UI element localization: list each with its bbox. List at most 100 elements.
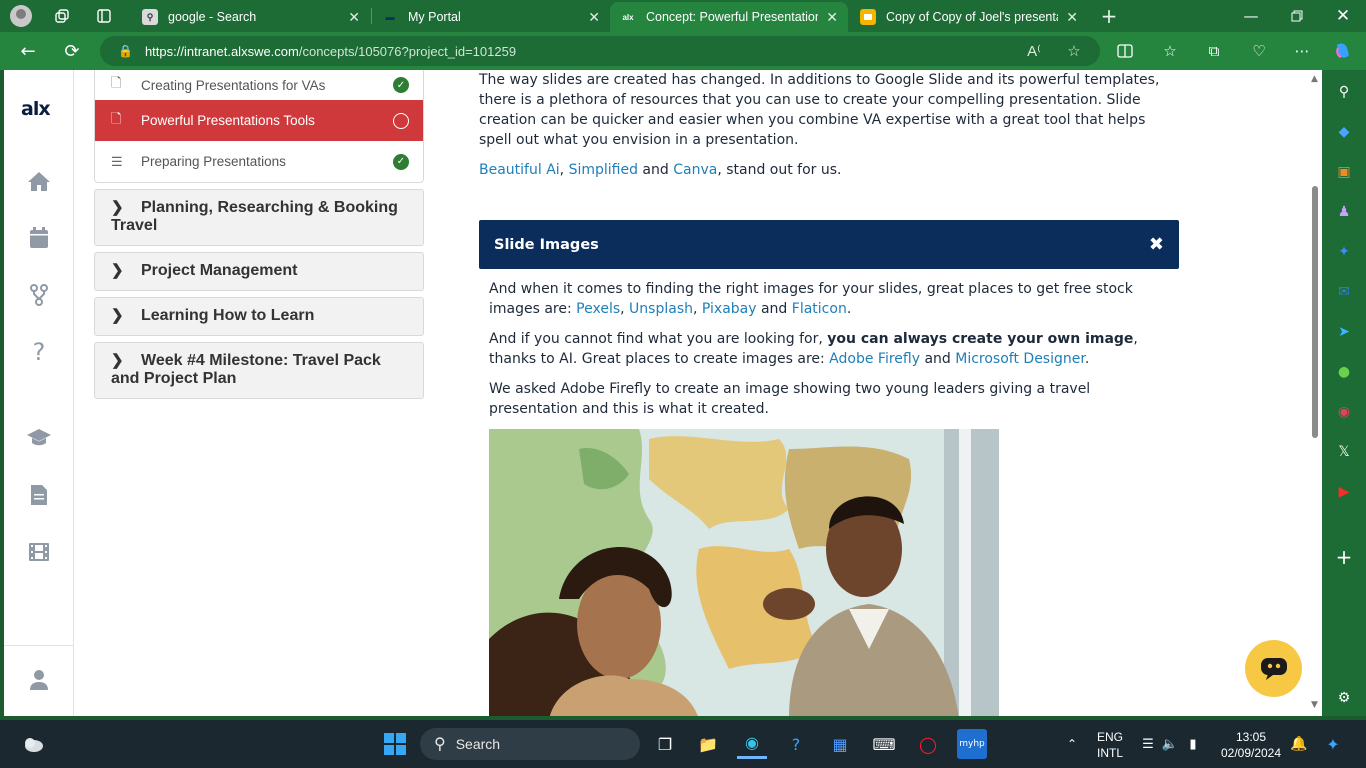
flaticon-link[interactable]: Flaticon: [792, 301, 847, 317]
close-tab-icon[interactable]: ✕: [588, 9, 600, 26]
scroll-up-icon[interactable]: ▲: [1311, 74, 1318, 84]
add-sidebar-item-icon[interactable]: +: [1333, 545, 1355, 569]
get-help-icon[interactable]: ?: [781, 729, 811, 759]
close-tab-icon[interactable]: ✕: [1066, 9, 1078, 26]
profile-avatar-icon[interactable]: [10, 5, 32, 27]
instagram-icon[interactable]: ◉: [1333, 401, 1355, 423]
browser-essentials-icon[interactable]: ♡: [1244, 37, 1274, 65]
task-view-icon[interactable]: ❐: [650, 729, 680, 759]
stock-images-paragraph: And when it comes to finding the right i…: [489, 281, 1133, 317]
minimize-icon[interactable]: —: [1228, 0, 1274, 32]
tab-actions-icon[interactable]: [90, 2, 118, 30]
document-icon[interactable]: [23, 479, 55, 511]
slides-favicon-icon: [860, 9, 876, 25]
favorites-icon[interactable]: ☆: [1155, 37, 1185, 65]
scrollbar-thumb[interactable]: [1312, 186, 1318, 438]
workspaces-icon[interactable]: [48, 2, 76, 30]
web-page: alx ? 🗋 Creating Presentations for VAs ✓…: [4, 70, 1322, 716]
help-icon[interactable]: ?: [23, 336, 55, 368]
sidebar-settings-icon[interactable]: ⚙: [1333, 687, 1355, 709]
copilot-taskbar-icon[interactable]: ✦: [1318, 729, 1348, 759]
collections-icon[interactable]: ⧉: [1199, 37, 1229, 65]
calendar-icon[interactable]: [23, 222, 55, 254]
plant-icon[interactable]: ●: [1333, 361, 1355, 383]
close-tab-icon[interactable]: ✕: [348, 9, 360, 26]
file-explorer-icon[interactable]: 📁: [693, 729, 723, 759]
taskbar-search[interactable]: ⚲ Search: [420, 728, 640, 760]
refresh-icon[interactable]: ⟳: [57, 37, 87, 65]
show-hidden-icons-icon[interactable]: ⌃: [1057, 729, 1087, 759]
telegram-icon[interactable]: ➤: [1333, 321, 1355, 343]
chat-bubble-icon: [1260, 657, 1287, 680]
tools-paragraph: Beautiful Ai, Simplified and Canva, stan…: [479, 162, 842, 178]
subitem-preparing-presentations[interactable]: ☰ Preparing Presentations ✓: [95, 141, 423, 182]
youtube-icon[interactable]: ▶: [1333, 481, 1355, 503]
games-icon[interactable]: ♟: [1333, 201, 1355, 223]
url-field[interactable]: 🔒 https://intranet.alxswe.com/concepts/1…: [100, 36, 1100, 66]
restore-icon[interactable]: [1274, 0, 1320, 32]
opera-icon[interactable]: ◯: [913, 729, 943, 759]
microsoft-designer-link[interactable]: Microsoft Designer: [955, 351, 1085, 367]
new-tab-icon[interactable]: +: [1095, 2, 1123, 30]
canva-link[interactable]: Canva: [673, 162, 717, 178]
scroll-down-icon[interactable]: ▼: [1311, 700, 1318, 710]
settings-more-icon[interactable]: ⋯: [1287, 37, 1317, 65]
checklist-icon: ☰: [111, 153, 123, 169]
pexels-link[interactable]: Pexels: [576, 301, 620, 317]
document-icon: 🗋: [111, 110, 122, 126]
curriculum-branch-icon[interactable]: [23, 279, 55, 311]
tools-briefcase-icon[interactable]: ▣: [1333, 161, 1355, 183]
favorite-star-icon[interactable]: ☆: [1060, 38, 1088, 64]
shopping-tag-icon[interactable]: ◆: [1333, 121, 1355, 143]
close-tab-icon[interactable]: ✕: [826, 9, 838, 26]
chevron-right-icon: ❯: [111, 307, 124, 324]
back-icon[interactable]: ←: [13, 37, 43, 65]
notifications-bell-icon[interactable]: 🔔: [1284, 729, 1314, 759]
battery-icon[interactable]: ▮: [1178, 729, 1208, 759]
windows-start-icon[interactable]: [380, 729, 410, 759]
pixabay-link[interactable]: Pixabay: [702, 301, 757, 317]
simplified-link[interactable]: Simplified: [569, 162, 638, 178]
slide-images-banner[interactable]: Slide Images ✖: [479, 220, 1179, 269]
tab-concept-powerful-presentations[interactable]: alx Concept: Powerful Presentations ✕: [610, 2, 848, 32]
incomplete-circle-icon: [393, 112, 409, 129]
chat-assistant-button[interactable]: [1245, 640, 1302, 697]
read-aloud-icon[interactable]: A⁽: [1020, 38, 1048, 64]
close-icon[interactable]: ✖: [1149, 234, 1164, 255]
copilot-sidebar-icon[interactable]: ✦: [1333, 241, 1355, 263]
copilot-icon[interactable]: [1328, 37, 1358, 65]
weather-icon[interactable]: [18, 729, 48, 759]
clock[interactable]: 13:05 02/09/2024: [1216, 729, 1286, 761]
intro-paragraph: The way slides are created has changed. …: [479, 72, 1160, 148]
microsoft-store-icon[interactable]: ▦: [825, 729, 855, 759]
section-project-management[interactable]: ❯ Project Management: [94, 252, 424, 291]
section-learning-how-to-learn[interactable]: ❯ Learning How to Learn: [94, 297, 424, 336]
myhp-icon[interactable]: myhp: [957, 729, 987, 759]
user-profile-icon[interactable]: [23, 664, 55, 696]
tab-google-slides[interactable]: Copy of Copy of Joel's presentati ✕: [850, 2, 1088, 32]
x-twitter-icon[interactable]: 𝕏: [1333, 441, 1355, 463]
section-planning-travel[interactable]: ❯ Planning, Researching & Booking Travel: [94, 189, 424, 246]
section-week4-milestone[interactable]: ❯ Week #4 Milestone: Travel Pack and Proj…: [94, 342, 424, 399]
close-window-icon[interactable]: ✕: [1320, 0, 1366, 32]
alx-logo[interactable]: alx: [21, 98, 51, 120]
video-film-icon[interactable]: [23, 536, 55, 568]
subitem-powerful-presentations-tools[interactable]: 🗋 Powerful Presentations Tools: [95, 100, 423, 141]
adobe-firefly-link[interactable]: Adobe Firefly: [829, 351, 920, 367]
home-icon[interactable]: [23, 165, 55, 197]
split-screen-icon[interactable]: [1110, 37, 1140, 65]
tab-my-portal[interactable]: ▬ My Portal ✕: [372, 2, 610, 32]
outlook-icon[interactable]: ✉: [1333, 281, 1355, 303]
page-scrollbar[interactable]: ▲ ▼: [1308, 70, 1322, 716]
graduation-cap-icon[interactable]: [23, 422, 55, 454]
language-indicator[interactable]: ENG INTL: [1092, 729, 1128, 761]
beautiful-ai-link[interactable]: Beautiful Ai: [479, 162, 560, 178]
unsplash-link[interactable]: Unsplash: [629, 301, 693, 317]
document-icon: 🗋: [111, 75, 122, 90]
search-icon[interactable]: ⚲: [1333, 81, 1355, 103]
capcut-icon[interactable]: ⌨: [869, 729, 899, 759]
tab-google-search[interactable]: ⚲ google - Search ✕: [132, 2, 370, 32]
ai-images-paragraph: And if you cannot find what you are look…: [489, 331, 1138, 367]
subitem-creating-presentations[interactable]: 🗋 Creating Presentations for VAs ✓: [95, 70, 423, 100]
edge-browser-icon[interactable]: ◉: [737, 729, 767, 759]
